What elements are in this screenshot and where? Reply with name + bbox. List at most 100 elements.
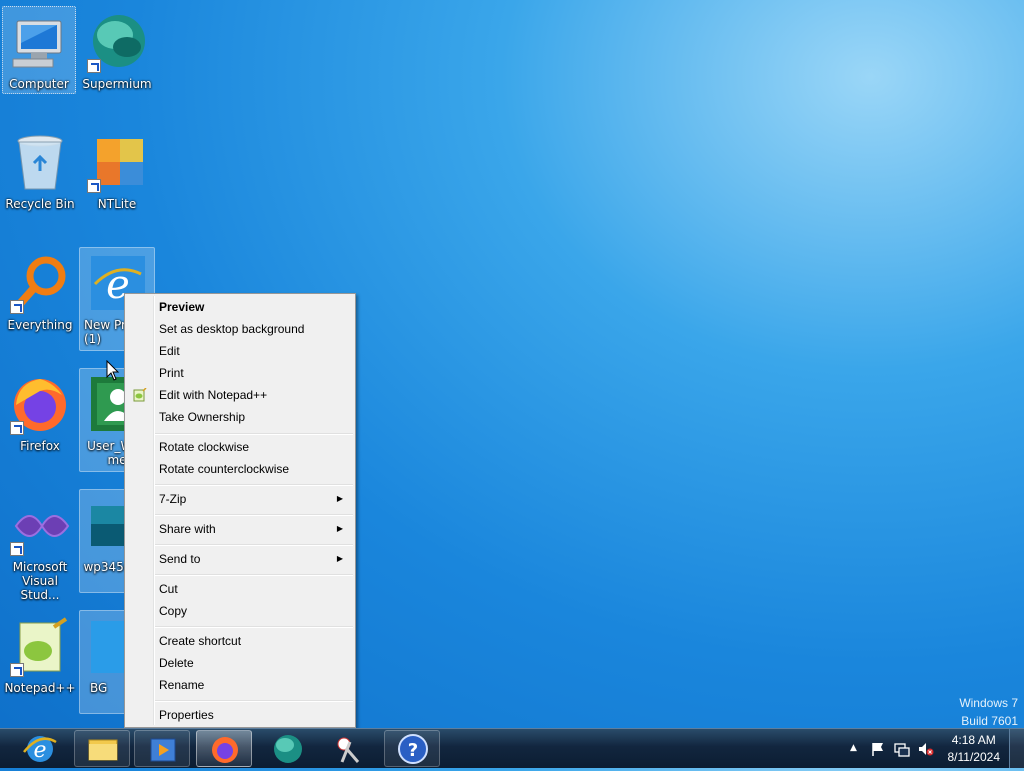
network-icon[interactable] <box>894 741 910 757</box>
menu-item-edit[interactable]: Edit <box>127 340 353 362</box>
menu-separator <box>155 544 353 546</box>
taskbar-snipping-tool[interactable] <box>320 730 376 767</box>
taskbar-help[interactable]: ? <box>384 730 440 767</box>
menu-item-label: Create shortcut <box>159 634 242 648</box>
watermark-os: Windows 7 <box>959 696 1018 710</box>
menu-item-label: Print <box>159 366 184 380</box>
menu-item-preview[interactable]: Preview <box>127 296 353 318</box>
windows-build-watermark: Windows 7 Build 7601 <box>959 694 1018 730</box>
menu-separator <box>155 700 353 702</box>
mouse-cursor-icon <box>106 360 120 381</box>
menu-item-rotate-counterclockwise[interactable]: Rotate counterclockwise <box>127 458 353 480</box>
menu-item-label: Copy <box>159 604 188 618</box>
system-tray: ▲ 4:18 AM 8/11/2024 <box>834 729 1024 769</box>
taskbar-clock[interactable]: 4:18 AM 8/11/2024 <box>948 732 1001 766</box>
taskbar-firefox[interactable] <box>196 730 252 767</box>
desktop-icon-firefox[interactable]: Firefox <box>2 368 78 472</box>
media-player-icon <box>150 738 176 762</box>
desktop-icon-label: Recycle Bin <box>5 197 75 211</box>
shortcut-arrow-icon <box>87 59 101 73</box>
taskbar: e ? ▲ 4:18 AM 8/11/2024 <box>0 728 1024 768</box>
menu-item-rotate-clockwise[interactable]: Rotate clockwise <box>127 436 353 458</box>
menu-item-label: Rename <box>159 678 205 692</box>
menu-item-set-as-desktop-background[interactable]: Set as desktop background <box>127 318 353 340</box>
shortcut-arrow-icon <box>10 663 24 677</box>
snipping-tool-icon <box>337 737 360 763</box>
supermium-icon <box>87 13 147 73</box>
menu-item-label: Set as desktop background <box>159 322 305 336</box>
desktop-icon-computer[interactable]: Computer <box>2 6 76 94</box>
desktop-icon-label: Computer <box>9 77 69 91</box>
submenu-arrow-icon: ▶ <box>336 494 343 503</box>
desktop-icon-label: Notepad++ <box>4 681 76 695</box>
desktop-icon-label: Microsoft Visual Stud... <box>12 560 68 602</box>
menu-item-cut[interactable]: Cut <box>127 578 353 600</box>
menu-item-label: Edit with Notepad++ <box>159 388 268 402</box>
action-center-flag-icon[interactable] <box>870 741 886 757</box>
taskbar-file-explorer[interactable] <box>74 730 130 767</box>
clock-date: 8/11/2024 <box>947 750 1001 764</box>
desktop-icon-ntlite[interactable]: NTLite <box>79 126 155 230</box>
menu-separator <box>155 626 353 628</box>
desktop-icon-visual-studio[interactable]: Microsoft Visual Stud... <box>2 489 78 602</box>
desktop: Computer Supermium Recycle Bin NTLite Ev… <box>0 0 1024 728</box>
firefox-icon <box>10 375 70 435</box>
volume-muted-icon[interactable] <box>918 741 934 757</box>
menu-item-take-ownership[interactable]: Take Ownership <box>127 406 353 428</box>
recycle-bin-icon <box>10 133 70 193</box>
submenu-arrow-icon: ▶ <box>336 524 343 533</box>
menu-item-send-to[interactable]: Send to ▶ <box>127 548 353 570</box>
desktop-icon-label: Supermium <box>82 77 152 91</box>
menu-item-edit-with-notepad-plus-plus[interactable]: Edit with Notepad++ <box>127 384 353 406</box>
menu-separator <box>155 433 353 435</box>
menu-item-delete[interactable]: Delete <box>127 652 353 674</box>
start-button[interactable]: e <box>10 730 66 767</box>
desktop-icon-notepad-plus-plus[interactable]: Notepad++ <box>2 610 78 714</box>
desktop-icon-recycle-bin[interactable]: Recycle Bin <box>2 126 78 230</box>
taskbar-supermium[interactable] <box>258 730 314 767</box>
desktop-icon-everything[interactable]: Everything <box>2 247 78 351</box>
notepad-plus-plus-icon <box>133 388 147 402</box>
menu-item-label: Preview <box>159 300 205 314</box>
everything-icon <box>10 254 70 314</box>
taskbar-media-player[interactable] <box>134 730 190 767</box>
menu-separator <box>155 574 353 576</box>
menu-item-copy[interactable]: Copy <box>127 600 353 622</box>
context-menu: Preview Set as desktop background Edit P… <box>124 293 356 728</box>
show-desktop-button[interactable] <box>1009 729 1024 768</box>
internet-explorer-icon: e <box>23 736 57 763</box>
supermium-icon <box>274 735 302 763</box>
menu-item-label: Cut <box>159 582 178 596</box>
menu-separator <box>155 514 353 516</box>
shortcut-arrow-icon <box>87 179 101 193</box>
menu-item-label: Rotate counterclockwise <box>159 462 290 476</box>
desktop-icon-label: Everything <box>7 318 73 332</box>
menu-item-create-shortcut[interactable]: Create shortcut <box>127 630 353 652</box>
shortcut-arrow-icon <box>10 421 24 435</box>
menu-item-rename[interactable]: Rename <box>127 674 353 696</box>
menu-item-label: Delete <box>159 656 194 670</box>
menu-item-share-with[interactable]: Share with ▶ <box>127 518 353 540</box>
menu-item-label: Send to <box>159 552 201 566</box>
desktop-icon-label: Firefox <box>20 439 60 453</box>
desktop-icon-label: NTLite <box>97 197 137 211</box>
menu-item-label: Rotate clockwise <box>159 440 250 454</box>
menu-item-7-zip[interactable]: 7-Zip ▶ <box>127 488 353 510</box>
desktop-icon-supermium[interactable]: Supermium <box>79 6 155 110</box>
help-icon: ? <box>398 734 428 764</box>
computer-icon <box>9 13 69 73</box>
show-hidden-icons-icon[interactable]: ▲ <box>850 743 866 759</box>
menu-item-label: 7-Zip <box>159 492 187 506</box>
menu-item-label: Share with <box>159 522 216 536</box>
menu-item-properties[interactable]: Properties <box>127 704 353 726</box>
menu-item-print[interactable]: Print <box>127 362 353 384</box>
visual-studio-icon <box>10 496 70 556</box>
shortcut-arrow-icon <box>10 300 24 314</box>
ntlite-icon <box>87 133 147 193</box>
menu-item-label: Edit <box>159 344 180 358</box>
menu-separator <box>155 484 353 486</box>
svg-text:?: ? <box>408 740 418 761</box>
menu-item-label: Take Ownership <box>159 410 246 424</box>
notepad-plus-plus-icon <box>10 617 70 677</box>
shortcut-arrow-icon <box>10 542 24 556</box>
